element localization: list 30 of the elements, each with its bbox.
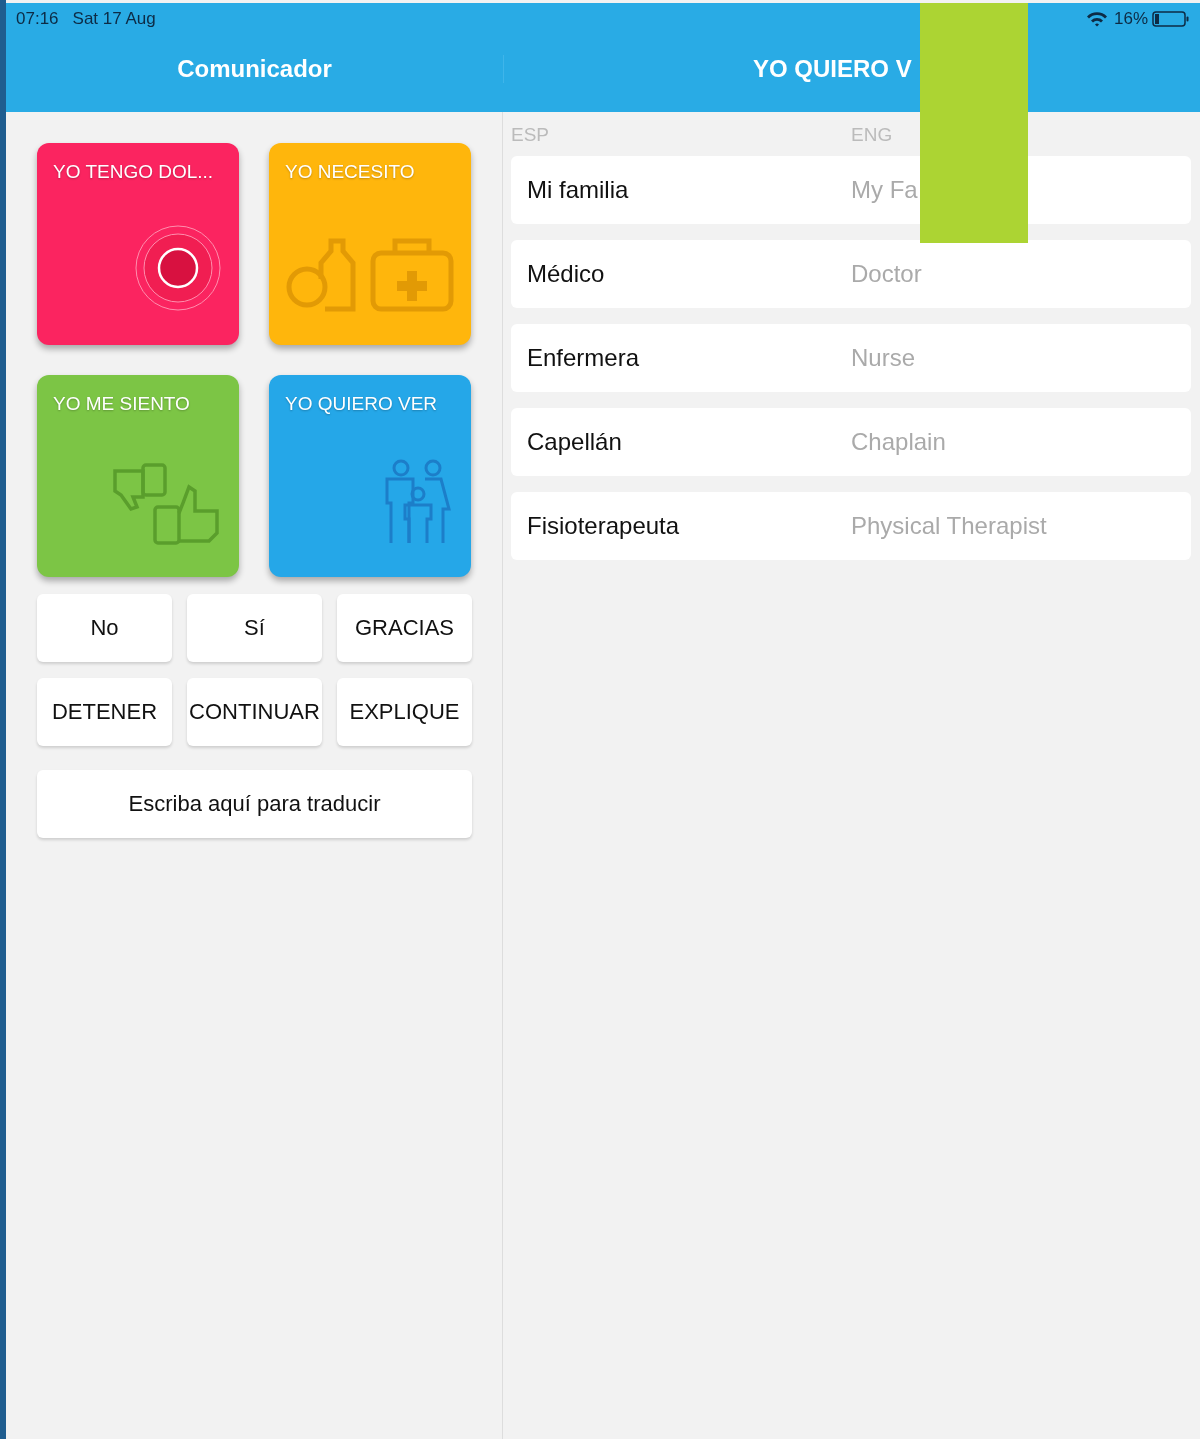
spanish-term: Mi familia [526,176,630,204]
spanish-term: Fisioterapeuta [526,512,681,540]
list-row[interactable]: Enfermera Nurse [511,324,1191,392]
spanish-term: Enfermera [526,344,641,372]
phrase-button[interactable]: EXPLIQUE [337,678,472,746]
panel-title: Comunicador [177,55,332,82]
list-row[interactable]: Fisioterapeuta Physical Therapist [511,492,1191,560]
category-tile[interactable]: YO TENGO DOL... [37,143,239,345]
battery-icon [1152,10,1190,28]
spanish-term: Médico [526,260,606,288]
phrase-button[interactable]: CONTINUAR [187,678,322,746]
english-term: My Fa [851,176,918,204]
english-term: Doctor [851,260,922,288]
translate-button[interactable]: Escriba aquí para traducir [37,770,472,838]
wifi-icon [1085,11,1108,27]
english-term: Chaplain [851,428,946,456]
spanish-term: Capellán [526,428,623,456]
panel-title: YO QUIERO V [753,55,912,82]
phrase-button[interactable]: No [37,594,172,662]
battery-percent: 16% [1113,9,1148,29]
list-row[interactable]: Médico Doctor [511,240,1191,308]
phrase-button[interactable]: DETENER [37,678,172,746]
phrase-button[interactable]: GRACIAS [337,594,472,662]
english-term: Nurse [851,344,916,372]
status-time: 07:16 [16,9,59,29]
english-term: Physical Therapist [851,512,1047,540]
status-date: Sat 17 Aug [72,9,156,29]
list-row[interactable]: Capellán Chaplain [511,408,1191,476]
phrase-button[interactable]: Sí [187,594,322,662]
target-icon [133,223,223,313]
